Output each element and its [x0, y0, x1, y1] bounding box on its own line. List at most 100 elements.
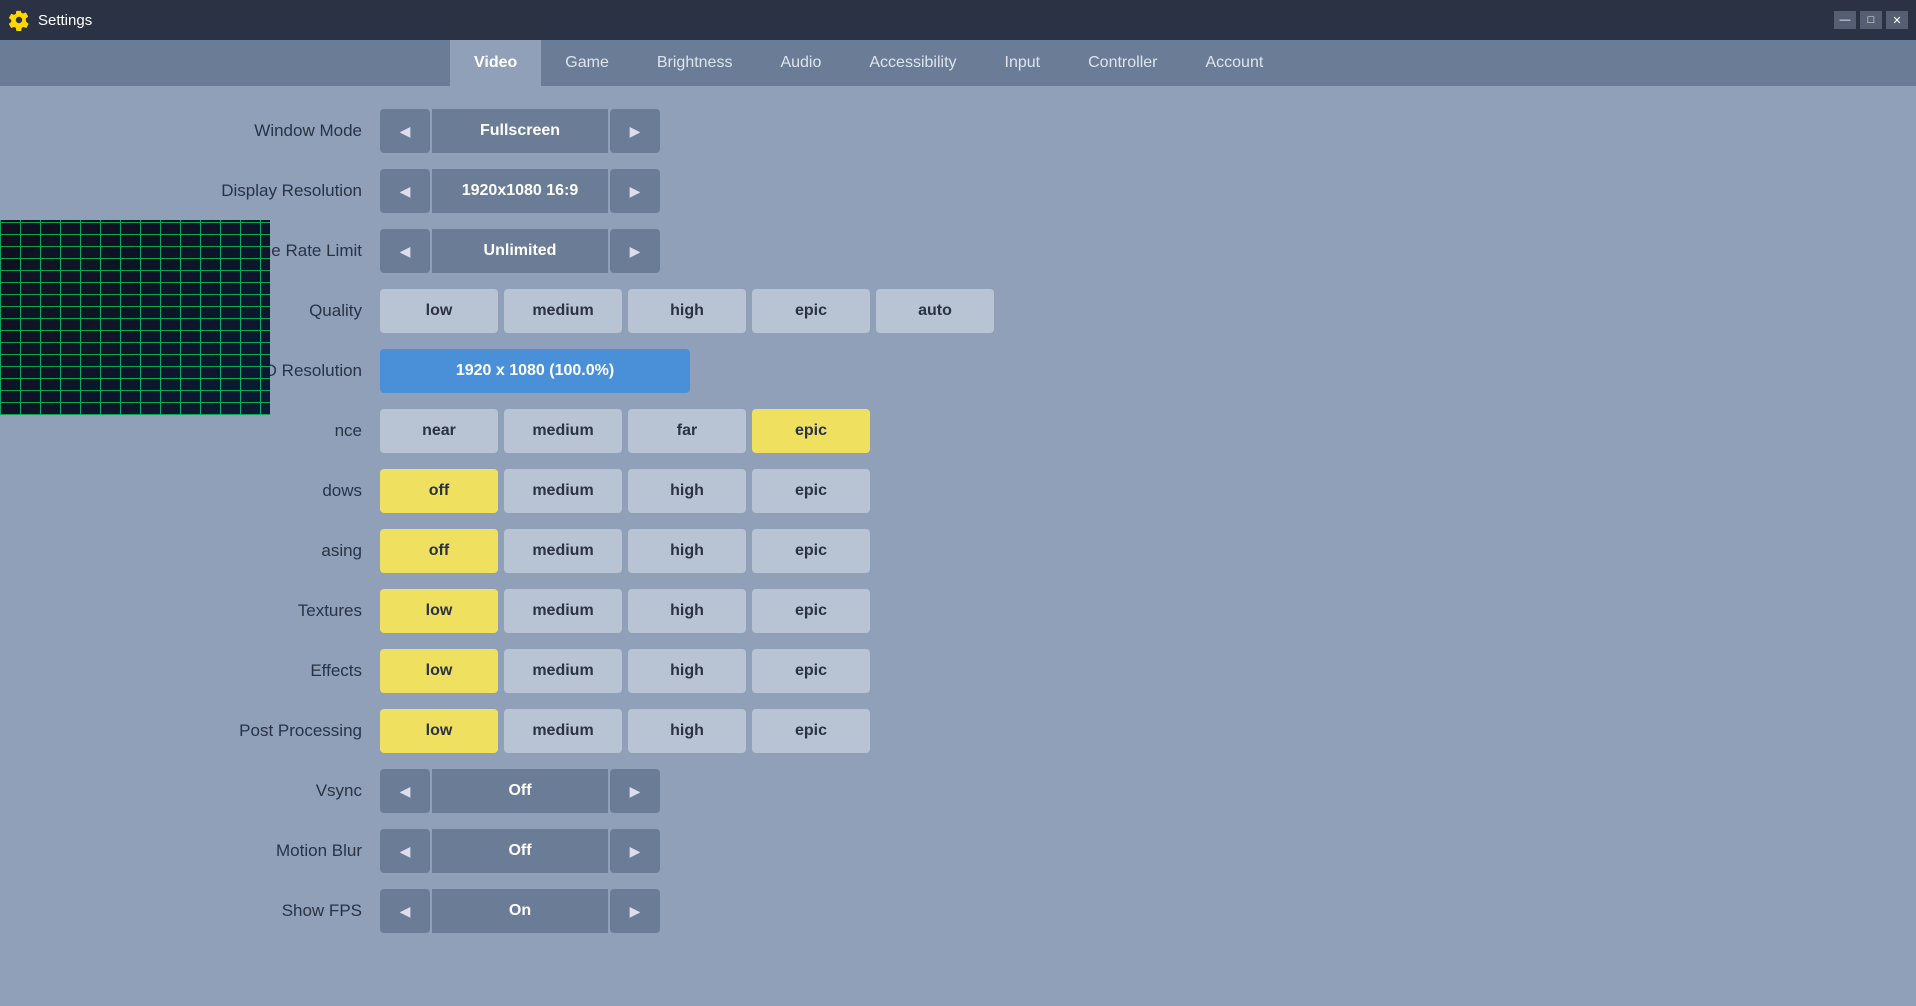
anti-aliasing-label: asing [60, 541, 380, 561]
post-processing-medium[interactable]: medium [504, 709, 622, 753]
show-fps-prev[interactable]: ◀ [380, 889, 430, 933]
motion-blur-row: Motion Blur ◀ Off ▶ [60, 826, 1856, 876]
app-title: Settings [38, 12, 92, 29]
display-resolution-label: Display Resolution [60, 181, 380, 201]
quality-low[interactable]: low [380, 289, 498, 333]
display-resolution-selector: ◀ 1920x1080 16:9 ▶ [380, 169, 660, 213]
window-mode-value: Fullscreen [430, 109, 610, 153]
window-mode-next[interactable]: ▶ [610, 109, 660, 153]
quality-epic[interactable]: epic [752, 289, 870, 333]
title-bar: Settings — □ ✕ [0, 0, 1916, 40]
post-processing-label: Post Processing [60, 721, 380, 741]
window-mode-selector: ◀ Fullscreen ▶ [380, 109, 660, 153]
view-distance-row: nce near medium far epic [60, 406, 1856, 456]
view-distance-epic[interactable]: epic [752, 409, 870, 453]
window-mode-label: Window Mode [60, 121, 380, 141]
vsync-next[interactable]: ▶ [610, 769, 660, 813]
post-processing-high[interactable]: high [628, 709, 746, 753]
motion-blur-selector: ◀ Off ▶ [380, 829, 660, 873]
anti-aliasing-off[interactable]: off [380, 529, 498, 573]
show-fps-selector: ◀ On ▶ [380, 889, 660, 933]
window-mode-row: Window Mode ◀ Fullscreen ▶ [60, 106, 1856, 156]
gear-icon [8, 9, 30, 31]
effects-epic[interactable]: epic [752, 649, 870, 693]
show-fps-row: Show FPS ◀ On ▶ [60, 886, 1856, 936]
tab-game[interactable]: Game [541, 40, 633, 86]
post-processing-btn-group: low medium high epic [380, 709, 870, 753]
anti-aliasing-high[interactable]: high [628, 529, 746, 573]
thumbnail-image [0, 220, 270, 415]
frame-rate-selector: ◀ Unlimited ▶ [380, 229, 660, 273]
textures-medium[interactable]: medium [504, 589, 622, 633]
motion-blur-label: Motion Blur [60, 841, 380, 861]
settings-content: Window Mode ◀ Fullscreen ▶ Display Resol… [0, 86, 1916, 966]
motion-blur-prev[interactable]: ◀ [380, 829, 430, 873]
show-fps-value: On [430, 889, 610, 933]
motion-blur-value: Off [430, 829, 610, 873]
window-mode-prev[interactable]: ◀ [380, 109, 430, 153]
vsync-selector: ◀ Off ▶ [380, 769, 660, 813]
vsync-label: Vsync [60, 781, 380, 801]
tab-input[interactable]: Input [981, 40, 1065, 86]
view-distance-far[interactable]: far [628, 409, 746, 453]
show-fps-next[interactable]: ▶ [610, 889, 660, 933]
post-processing-epic[interactable]: epic [752, 709, 870, 753]
title-bar-controls: — □ ✕ [1834, 11, 1908, 29]
effects-low[interactable]: low [380, 649, 498, 693]
frame-rate-value: Unlimited [430, 229, 610, 273]
view-distance-near[interactable]: near [380, 409, 498, 453]
display-resolution-value: 1920x1080 16:9 [430, 169, 610, 213]
textures-high[interactable]: high [628, 589, 746, 633]
tab-video[interactable]: Video [450, 40, 541, 86]
vsync-value: Off [430, 769, 610, 813]
quality-high[interactable]: high [628, 289, 746, 333]
resolution-3d-row: 3D Resolution 1920 x 1080 (100.0%) [60, 346, 1856, 396]
shadows-label: dows [60, 481, 380, 501]
effects-label: Effects [60, 661, 380, 681]
post-processing-low[interactable]: low [380, 709, 498, 753]
shadows-high[interactable]: high [628, 469, 746, 513]
frame-rate-next[interactable]: ▶ [610, 229, 660, 273]
textures-epic[interactable]: epic [752, 589, 870, 633]
view-distance-btn-group: near medium far epic [380, 409, 870, 453]
quality-auto[interactable]: auto [876, 289, 994, 333]
tab-accessibility[interactable]: Accessibility [845, 40, 980, 86]
frame-rate-prev[interactable]: ◀ [380, 229, 430, 273]
motion-blur-next[interactable]: ▶ [610, 829, 660, 873]
view-distance-medium[interactable]: medium [504, 409, 622, 453]
nav-bar: Video Game Brightness Audio Accessibilit… [0, 40, 1916, 86]
frame-rate-row: Frame Rate Limit ◀ Unlimited ▶ [60, 226, 1856, 276]
tab-audio[interactable]: Audio [756, 40, 845, 86]
tab-controller[interactable]: Controller [1064, 40, 1181, 86]
close-button[interactable]: ✕ [1886, 11, 1908, 29]
textures-label: Textures [60, 601, 380, 621]
shadows-medium[interactable]: medium [504, 469, 622, 513]
shadows-epic[interactable]: epic [752, 469, 870, 513]
effects-btn-group: low medium high epic [380, 649, 870, 693]
effects-medium[interactable]: medium [504, 649, 622, 693]
quality-medium[interactable]: medium [504, 289, 622, 333]
shadows-btn-group: off medium high epic [380, 469, 870, 513]
display-resolution-prev[interactable]: ◀ [380, 169, 430, 213]
minimize-button[interactable]: — [1834, 11, 1856, 29]
vsync-prev[interactable]: ◀ [380, 769, 430, 813]
display-resolution-next[interactable]: ▶ [610, 169, 660, 213]
shadows-row: dows off medium high epic [60, 466, 1856, 516]
shadows-off[interactable]: off [380, 469, 498, 513]
tab-brightness[interactable]: Brightness [633, 40, 757, 86]
quality-row: Quality low medium high epic auto [60, 286, 1856, 336]
display-resolution-row: Display Resolution ◀ 1920x1080 16:9 ▶ [60, 166, 1856, 216]
anti-aliasing-medium[interactable]: medium [504, 529, 622, 573]
maximize-button[interactable]: □ [1860, 11, 1882, 29]
view-distance-label: nce [60, 421, 380, 441]
post-processing-row: Post Processing low medium high epic [60, 706, 1856, 756]
keyboard-visual [0, 220, 270, 415]
effects-row: Effects low medium high epic [60, 646, 1856, 696]
effects-high[interactable]: high [628, 649, 746, 693]
tab-account[interactable]: Account [1181, 40, 1287, 86]
show-fps-label: Show FPS [60, 901, 380, 921]
title-bar-left: Settings [8, 9, 92, 31]
textures-low[interactable]: low [380, 589, 498, 633]
anti-aliasing-epic[interactable]: epic [752, 529, 870, 573]
resolution-3d-value: 1920 x 1080 (100.0%) [380, 349, 690, 393]
